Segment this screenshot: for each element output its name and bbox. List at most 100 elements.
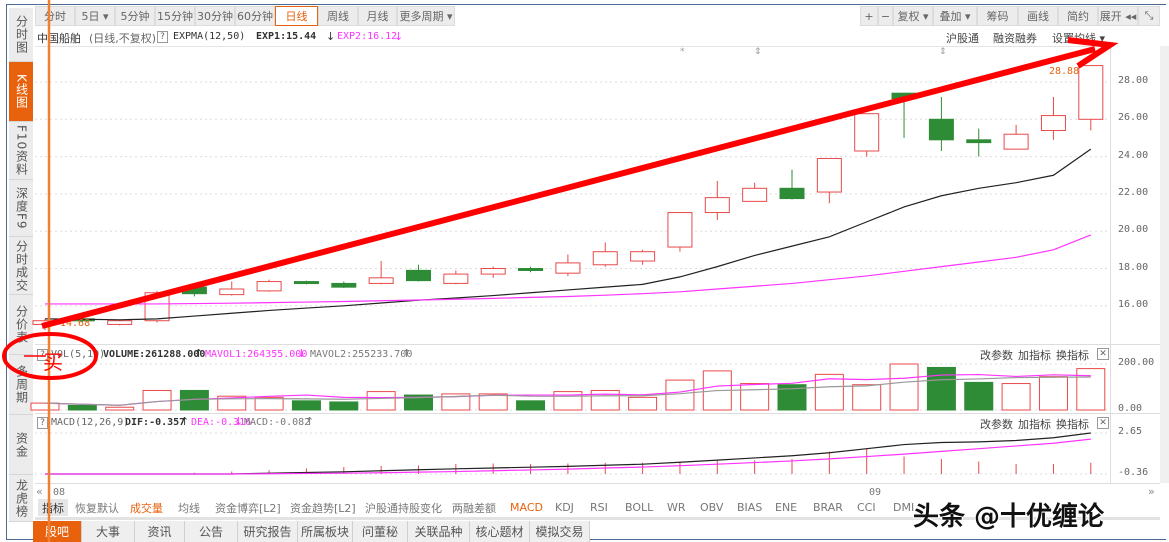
scroll-right-button[interactable]: » bbox=[1148, 485, 1155, 498]
scroll-left-button[interactable]: « bbox=[36, 485, 43, 498]
indicator-tab-3[interactable]: 均线 bbox=[178, 499, 200, 516]
expma-label: EXPMA(12,50) bbox=[173, 31, 246, 42]
tool-button-1[interactable]: − bbox=[878, 6, 893, 26]
indicator-tab-5[interactable]: 资金趋势[L2] bbox=[290, 499, 356, 516]
indicator-tab-13[interactable]: OBV bbox=[700, 499, 723, 516]
tool-button-0[interactable]: + bbox=[860, 6, 878, 26]
sidebar-item-2[interactable]: F10资料 bbox=[9, 122, 33, 180]
price-tick-label: 28.00 bbox=[1118, 75, 1149, 86]
chart-mode: (日线,不复权) bbox=[89, 32, 157, 45]
bottom-tab-6[interactable]: 问董秘 bbox=[353, 521, 408, 542]
tool-button-6[interactable]: 简约 bbox=[1058, 6, 1098, 26]
indicator-tab-2[interactable]: 成交量 bbox=[130, 499, 163, 516]
period-tab-2[interactable]: 5分钟 bbox=[115, 6, 155, 26]
buy-mark: 买 bbox=[43, 350, 63, 374]
watermark: 头条 @十优缠论 bbox=[913, 502, 1105, 532]
period-tab-9[interactable]: 更多周期 ▾ bbox=[397, 6, 455, 26]
mavol2-arrow-icon: ↑ bbox=[402, 347, 412, 360]
divider bbox=[35, 46, 1110, 47]
price-tick-label: 18.00 bbox=[1118, 261, 1149, 273]
tool-button-3[interactable]: 叠加 ▾ bbox=[933, 6, 977, 26]
indicator-tab-1[interactable]: 恢复默认 bbox=[75, 499, 119, 516]
macd-label: MACD(12,26,9) bbox=[51, 417, 130, 428]
bottom-tab-0[interactable]: 股吧 bbox=[33, 521, 82, 542]
period-tab-5[interactable]: 60分钟 bbox=[235, 6, 275, 26]
link-hgt[interactable]: 沪股通 bbox=[946, 30, 979, 46]
bottom-tab-2[interactable]: 资讯 bbox=[135, 521, 185, 542]
indicator-tab-4[interactable]: 资金博弈[L2] bbox=[215, 499, 281, 516]
sidebar-item-6[interactable]: 多周期 bbox=[9, 355, 33, 415]
bottom-tab-8[interactable]: 核心题材 bbox=[470, 521, 530, 542]
indicator-tab-11[interactable]: BOLL bbox=[625, 499, 653, 516]
volume-arrow-icon: ↑ bbox=[194, 347, 204, 360]
axis-divider bbox=[1110, 46, 1111, 483]
bottom-tab-4[interactable]: 研究报告 bbox=[238, 521, 298, 542]
vol-change-params[interactable]: 改参数 bbox=[980, 347, 1013, 363]
exp1-arrow-icon: ↓ bbox=[326, 30, 336, 43]
dif-value: DIF:-0.357 bbox=[125, 417, 186, 428]
tool-button-7[interactable]: 展开 ◂◂ bbox=[1098, 6, 1138, 26]
set-ma-dropdown[interactable]: 设置均线 ▾ bbox=[1052, 30, 1105, 46]
period-tab-0[interactable]: 分时 bbox=[35, 6, 75, 26]
macd-change-params[interactable]: 改参数 bbox=[980, 416, 1013, 432]
indicator-tab-10[interactable]: RSI bbox=[590, 499, 608, 516]
volume-tick-label: 200.00 bbox=[1118, 357, 1155, 368]
indicator-tab-14[interactable]: BIAS bbox=[737, 499, 762, 516]
sidebar-item-4[interactable]: 分时成交 bbox=[9, 237, 33, 295]
sidebar-item-1[interactable]: K线图 bbox=[9, 62, 33, 122]
vol-close-icon[interactable]: ✕ bbox=[1097, 348, 1109, 360]
period-tab-8[interactable]: 月线 bbox=[358, 6, 397, 26]
help-button[interactable]: ? bbox=[157, 31, 168, 43]
tool-button-4[interactable]: 筹码 bbox=[977, 6, 1018, 26]
indicator-tab-0[interactable]: 指标 bbox=[38, 499, 68, 516]
bottom-tab-7[interactable]: 关联品种 bbox=[408, 521, 470, 542]
vol-switch-indicator[interactable]: 换指标 bbox=[1056, 347, 1089, 363]
indicator-tab-16[interactable]: BRAR bbox=[813, 499, 843, 516]
tool-button-2[interactable]: 复权 ▾ bbox=[893, 6, 933, 26]
vol-add-indicator[interactable]: 加指标 bbox=[1018, 347, 1051, 363]
link-margin[interactable]: 融资融券 bbox=[993, 30, 1037, 46]
vertical-scrollbar[interactable] bbox=[1160, 46, 1169, 483]
macd-close-icon[interactable]: ✕ bbox=[1097, 417, 1109, 429]
period-tab-3[interactable]: 15分钟 bbox=[155, 6, 195, 26]
volume-value: VOLUME:261288.000 bbox=[103, 349, 206, 360]
divider bbox=[35, 483, 1160, 484]
macd-switch-indicator[interactable]: 换指标 bbox=[1056, 416, 1089, 432]
price-tick-label: 26.00 bbox=[1118, 112, 1149, 124]
indicator-tab-9[interactable]: KDJ bbox=[555, 499, 574, 516]
sidebar-item-3[interactable]: 深度F9 bbox=[9, 180, 33, 237]
sidebar-item-5[interactable]: 分价表 bbox=[9, 295, 33, 355]
volume-tick-label: 0.00 bbox=[1118, 403, 1143, 414]
bottom-tab-9[interactable]: 模拟交易 bbox=[530, 521, 590, 542]
period-tab-1[interactable]: 5日 ▾ bbox=[75, 6, 115, 26]
bottom-tab-1[interactable]: 大事 bbox=[82, 521, 135, 542]
indicator-tab-7[interactable]: 两融差额 bbox=[452, 499, 496, 516]
macd-add-indicator[interactable]: 加指标 bbox=[1018, 416, 1051, 432]
macd-help-button[interactable]: ? bbox=[37, 417, 48, 429]
tool-button-8[interactable]: ⤡ bbox=[1138, 6, 1160, 26]
macd-tick-label: -0.36 bbox=[1118, 467, 1149, 478]
dif-arrow-icon: ↑ bbox=[180, 415, 190, 428]
stock-name: 中国船舶 bbox=[37, 32, 81, 45]
mavol1-arrow-icon: ↓ bbox=[297, 347, 307, 360]
price-tick-label: 24.00 bbox=[1118, 149, 1149, 161]
bottom-tab-5[interactable]: 所属板块 bbox=[298, 521, 353, 542]
exp1-value: EXP1:15.44 bbox=[256, 31, 317, 42]
indicator-tab-18[interactable]: DMI bbox=[893, 499, 914, 516]
indicator-tab-15[interactable]: ENE bbox=[775, 499, 797, 516]
indicator-tab-8[interactable]: MACD bbox=[510, 499, 543, 516]
macd-tick-label: 2.65 bbox=[1118, 426, 1143, 437]
period-tab-7[interactable]: 周线 bbox=[318, 6, 358, 26]
bottom-tab-3[interactable]: 公告 bbox=[185, 521, 238, 542]
sidebar-item-8[interactable]: 龙虎榜 bbox=[9, 475, 33, 522]
sidebar-item-0[interactable]: 分时图 bbox=[9, 8, 33, 62]
indicator-tab-17[interactable]: CCI bbox=[857, 499, 876, 516]
indicator-tab-12[interactable]: WR bbox=[667, 499, 686, 516]
indicator-tab-6[interactable]: 沪股通持股变化 bbox=[365, 499, 442, 516]
mavol1-value: MAVOL1:264355.000 bbox=[205, 349, 308, 360]
mavol2-value: MAVOL2:255233.700 bbox=[310, 349, 413, 360]
tool-button-5[interactable]: 画线 bbox=[1018, 6, 1058, 26]
sidebar-item-7[interactable]: 资金 bbox=[9, 415, 33, 475]
period-tab-6[interactable]: 日线 bbox=[275, 6, 318, 26]
period-tab-4[interactable]: 30分钟 bbox=[195, 6, 235, 26]
